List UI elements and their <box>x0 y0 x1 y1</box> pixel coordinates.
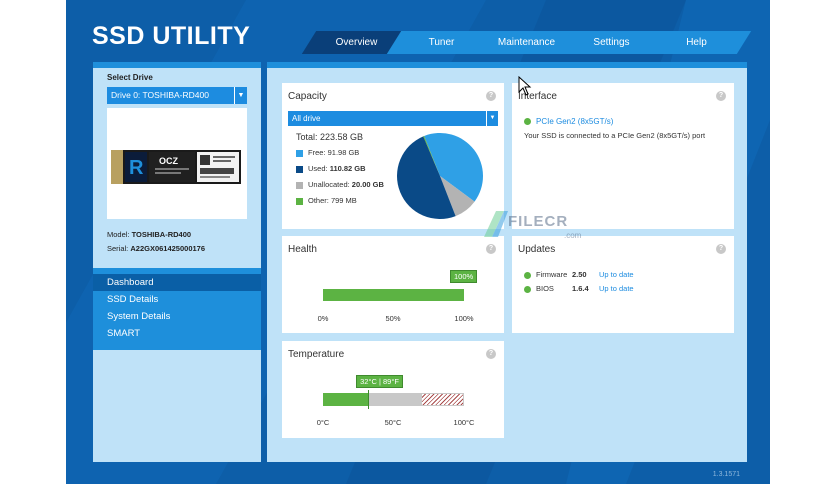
model-info: Model: TOSHIBA-RD400 <box>107 230 191 239</box>
bios-status-link[interactable]: Up to date <box>599 284 634 293</box>
select-drive-label: Select Drive <box>107 73 153 82</box>
updates-card: Updates ? Firmware 2.50 Up to date BIOS 1.6… <box>512 236 734 333</box>
sidebar-item-smart[interactable]: SMART <box>93 325 261 342</box>
temperature-tick: 0°C <box>316 418 330 427</box>
serial-value: A22GX061425000176 <box>130 244 206 253</box>
status-ok-icon <box>524 118 531 126</box>
temperature-tick: 50°C <box>384 418 402 427</box>
legend-other: Other: 799 MB <box>296 196 357 205</box>
interface-status-row: PCIe Gen2 (8x5GT/s) <box>524 117 613 126</box>
firmware-status-link[interactable]: Up to date <box>599 270 634 279</box>
temperature-title: Temperature <box>288 349 345 360</box>
health-tick: 100% <box>454 314 474 323</box>
health-bar <box>323 289 464 301</box>
health-bar-fill <box>323 289 464 301</box>
temperature-warm-range <box>369 393 421 406</box>
drive-select[interactable]: Drive 0: TOSHIBA-RD400 ▼ <box>107 87 247 104</box>
sidebar-item-system-details[interactable]: System Details <box>93 308 261 325</box>
help-icon[interactable]: ? <box>486 349 496 359</box>
help-icon[interactable]: ? <box>716 244 726 254</box>
temperature-scale <box>323 390 464 409</box>
ssd-card-graphic: R OCZ <box>111 150 241 184</box>
app-logo: SSD UTILITY <box>92 22 251 50</box>
sidebar-top-bar <box>93 62 261 68</box>
model-value: TOSHIBA-RD400 <box>131 230 192 239</box>
temperature-value-tooltip: 32°C | 89°F <box>356 375 403 388</box>
help-icon[interactable]: ? <box>716 91 726 101</box>
drive-select-value: Drive 0: TOSHIBA-RD400 <box>111 90 209 100</box>
drive-image: R OCZ <box>107 108 247 219</box>
capacity-card: Capacity ? All drive ▼ Total: 223.58 GB … <box>282 83 504 229</box>
tab-help[interactable]: Help <box>641 31 752 54</box>
watermark-text: FILECR <box>508 213 569 230</box>
legend-unallocated: Unallocated: 20.00 GB <box>296 180 384 189</box>
serial-info: Serial: A22GX061425000176 <box>107 244 205 253</box>
update-row-bios: BIOS 1.6.4 Up to date <box>524 284 634 293</box>
svg-text:R: R <box>129 157 144 179</box>
help-icon[interactable]: ? <box>486 91 496 101</box>
health-title: Health <box>288 244 317 255</box>
dashboard-content: Capacity ? All drive ▼ Total: 223.58 GB … <box>267 62 747 462</box>
legend-swatch <box>296 149 303 157</box>
legend-swatch <box>296 165 303 173</box>
health-tick: 0% <box>317 314 329 323</box>
serial-label: Serial: <box>107 244 129 253</box>
health-value-tooltip: 100% <box>450 270 478 283</box>
interface-status: PCIe Gen2 (8x5GT/s) <box>536 117 614 126</box>
temperature-hot-range <box>421 393 464 406</box>
legend-used: Used: 110.82 GB <box>296 164 366 173</box>
content-top-bar <box>267 62 747 68</box>
capacity-pie-chart <box>397 133 483 219</box>
main-nav: Overview Tuner Maintenance Settings Help <box>301 31 752 54</box>
chevron-down-icon: ▼ <box>234 87 247 104</box>
temperature-marker <box>368 390 370 409</box>
sidebar: Select Drive Drive 0: TOSHIBA-RD400 ▼ R … <box>93 62 261 462</box>
capacity-total: Total: 223.58 GB <box>296 132 364 142</box>
app-window: SSD UTILITY Overview Tuner Maintenance S… <box>66 0 770 484</box>
capacity-filter-select[interactable]: All drive ▼ <box>288 111 498 126</box>
model-label: Model: <box>107 230 130 239</box>
version-label: 1.3.1571 <box>712 471 740 478</box>
temperature-card: Temperature ? 32°C | 89°F 0°C 50°C 100°C <box>282 341 504 438</box>
filecr-watermark: FILECR .com <box>484 207 594 246</box>
sidebar-nav: Dashboard SSD Details System Details SMA… <box>93 268 261 350</box>
sidebar-item-dashboard[interactable]: Dashboard <box>93 274 261 291</box>
chevron-down-icon: ▼ <box>486 111 498 126</box>
capacity-title: Capacity <box>288 91 327 102</box>
interface-description: Your SSD is connected to a PCIe Gen2 (8x… <box>524 131 706 140</box>
legend-swatch <box>296 197 303 205</box>
temperature-normal-range <box>323 393 369 406</box>
health-card: Health ? 100% 0% 50% 100% <box>282 236 504 333</box>
mouse-cursor-icon <box>518 76 532 96</box>
capacity-filter-value: All drive <box>292 114 321 123</box>
legend-free: Free: 91.98 GB <box>296 148 359 157</box>
sidebar-item-ssd-details[interactable]: SSD Details <box>93 291 261 308</box>
watermark-sub: .com <box>564 231 582 240</box>
status-ok-icon <box>524 285 531 293</box>
update-row-firmware: Firmware 2.50 Up to date <box>524 270 634 279</box>
health-tick: 50% <box>385 314 401 323</box>
temperature-tick: 100°C <box>453 418 475 427</box>
status-ok-icon <box>524 271 531 279</box>
svg-text:OCZ: OCZ <box>159 156 179 166</box>
legend-swatch <box>296 181 303 189</box>
